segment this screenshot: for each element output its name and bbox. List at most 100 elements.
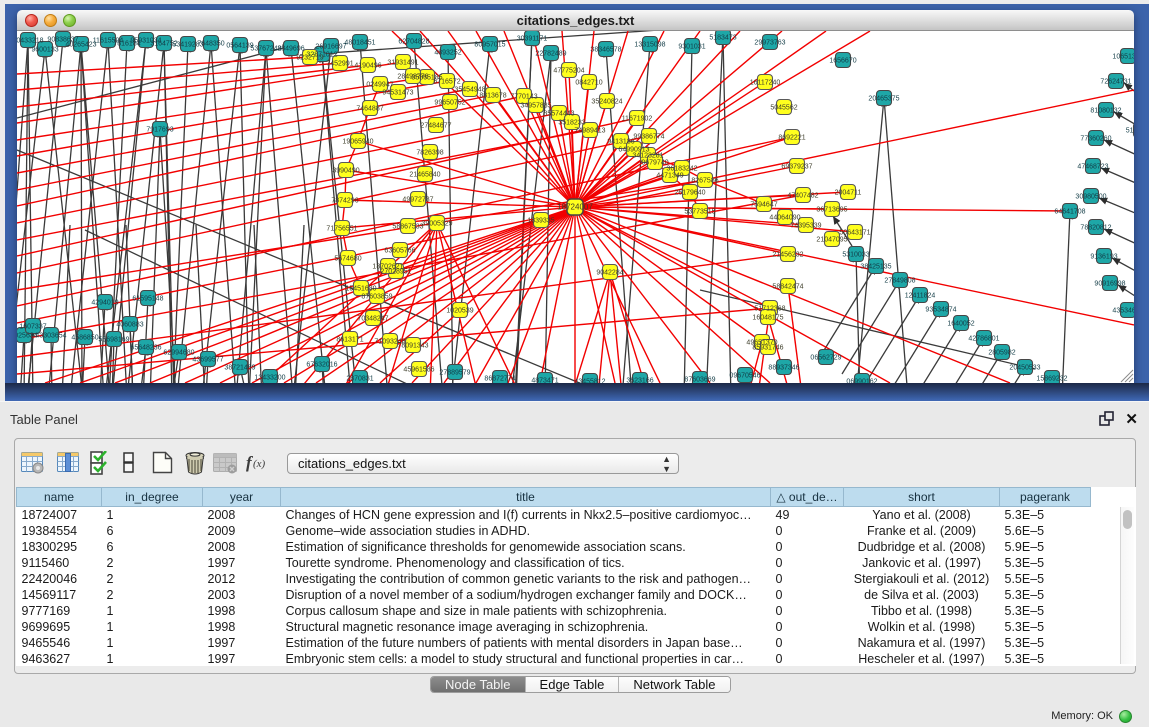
- svg-text:26179640: 26179640: [674, 190, 705, 197]
- svg-text:86872774: 86872774: [484, 376, 515, 383]
- svg-text:(x): (x): [253, 458, 266, 470]
- svg-text:62704828: 62704828: [398, 39, 429, 46]
- svg-text:67632016: 67632016: [306, 362, 337, 369]
- svg-text:20465375: 20465375: [868, 96, 899, 103]
- svg-text:27484677: 27484677: [420, 123, 451, 130]
- svg-text:55698169: 55698169: [98, 337, 129, 344]
- svg-text:0842710: 0842710: [575, 80, 602, 87]
- svg-text:61595148: 61595148: [132, 296, 163, 303]
- svg-text:74395339: 74395339: [790, 223, 821, 230]
- svg-text:7917693: 7917693: [146, 127, 173, 134]
- svg-text:77360260: 77360260: [1080, 136, 1111, 143]
- svg-text:7874296: 7874296: [331, 198, 358, 205]
- svg-text:13315098: 13315098: [634, 42, 665, 49]
- svg-text:47407482: 47407482: [787, 193, 818, 200]
- svg-text:45961586: 45961586: [403, 367, 434, 374]
- svg-text:87603859: 87603859: [361, 294, 392, 301]
- svg-text:44064090: 44064090: [769, 215, 800, 222]
- svg-text:1640052: 1640052: [947, 321, 974, 328]
- svg-text:5183473: 5183473: [709, 35, 736, 42]
- svg-text:7770143: 7770143: [510, 94, 537, 101]
- svg-text:43534624: 43534624: [1112, 308, 1134, 315]
- svg-text:8313678: 8313678: [479, 93, 506, 100]
- svg-text:5310033: 5310033: [842, 252, 869, 259]
- svg-text:3990490: 3990490: [332, 168, 359, 175]
- svg-text:13433200: 13433200: [254, 375, 285, 382]
- svg-text:43303654: 43303654: [35, 333, 66, 340]
- svg-text:19065940: 19065940: [342, 139, 373, 146]
- svg-text:31931491: 31931491: [387, 60, 418, 67]
- svg-text:88937346: 88937346: [768, 365, 799, 372]
- svg-text:90916998: 90916998: [1094, 281, 1125, 288]
- svg-text:18702621: 18702621: [372, 264, 403, 271]
- svg-text:63605766: 63605766: [384, 248, 415, 255]
- svg-text:8849696: 8849696: [277, 46, 304, 53]
- svg-text:9136193: 9136193: [1090, 254, 1117, 261]
- svg-text:30980500: 30980500: [1075, 194, 1106, 201]
- svg-text:1607337: 1607337: [19, 324, 46, 331]
- svg-text:81080132: 81080132: [1090, 108, 1121, 115]
- svg-text:06562729: 06562729: [810, 355, 841, 362]
- svg-text:74989413: 74989413: [574, 128, 605, 135]
- svg-text:58842474: 58842474: [772, 284, 803, 291]
- svg-text:9600133: 9600133: [31, 47, 58, 54]
- svg-text:21047095: 21047095: [816, 237, 847, 244]
- svg-text:49972787: 49972787: [402, 197, 433, 204]
- svg-text:93534874: 93534874: [925, 307, 956, 314]
- svg-text:20450533: 20450533: [1009, 365, 1040, 372]
- svg-text:78091343: 78091343: [397, 343, 428, 350]
- svg-text:09670546: 09670546: [729, 373, 760, 380]
- svg-text:28498776: 28498776: [397, 74, 428, 81]
- svg-text:8613171: 8613171: [336, 337, 363, 344]
- svg-text:39005329: 39005329: [421, 221, 452, 228]
- svg-text:15869232: 15869232: [1036, 376, 1067, 383]
- svg-text:99650752: 99650752: [434, 100, 465, 107]
- svg-text:21465840: 21465840: [409, 172, 440, 179]
- svg-text:51079911: 51079911: [1126, 128, 1134, 135]
- svg-text:26916697: 26916697: [315, 44, 346, 51]
- svg-text:35240824: 35240824: [591, 99, 622, 106]
- svg-text:4190496: 4190496: [354, 63, 381, 70]
- svg-text:78820812: 78820812: [1080, 225, 1111, 232]
- svg-text:8692221: 8692221: [778, 135, 805, 142]
- svg-text:10433218: 10433218: [17, 38, 44, 45]
- svg-text:3518233: 3518233: [558, 120, 585, 127]
- svg-text:36183242: 36183242: [666, 166, 697, 173]
- svg-text:1656670: 1656670: [829, 58, 856, 65]
- svg-text:21456232: 21456232: [772, 252, 803, 259]
- svg-text:7826398: 7826398: [416, 150, 443, 157]
- svg-text:48018451: 48018451: [344, 40, 375, 47]
- svg-text:65648236: 65648236: [130, 345, 161, 352]
- svg-text:58867533: 58867533: [392, 224, 423, 231]
- svg-text:0249947: 0249947: [366, 82, 393, 89]
- svg-text:4586850: 4586850: [71, 335, 98, 342]
- svg-text:47468723: 47468723: [1077, 164, 1108, 171]
- svg-text:50643171: 50643171: [839, 230, 870, 237]
- svg-text:4893252: 4893252: [434, 50, 461, 57]
- svg-text:2004711: 2004711: [835, 190, 862, 197]
- svg-text:7594647: 7594647: [750, 202, 777, 209]
- svg-text:72624731: 72624731: [1100, 79, 1131, 86]
- svg-text:4060883: 4060883: [116, 322, 143, 329]
- svg-text:22782489: 22782489: [535, 51, 566, 58]
- svg-text:12411824: 12411824: [905, 293, 936, 300]
- svg-text:42786801: 42786801: [968, 336, 999, 343]
- svg-text:4294019: 4294019: [91, 300, 118, 307]
- svg-text:27849808: 27849808: [884, 278, 915, 285]
- svg-text:9232719: 9232719: [296, 55, 323, 62]
- svg-text:9301031: 9301031: [678, 44, 705, 51]
- svg-text:27889579: 27889579: [439, 370, 470, 377]
- svg-text:69379237: 69379237: [781, 164, 812, 171]
- svg-text:9413186: 9413186: [607, 139, 634, 146]
- svg-text:64641708: 64641708: [1054, 209, 1085, 216]
- svg-text:85574443: 85574443: [543, 111, 574, 118]
- svg-text:34957885: 34957885: [520, 103, 551, 110]
- svg-text:8267586: 8267586: [691, 178, 718, 185]
- svg-text:16048175: 16048175: [752, 315, 783, 322]
- svg-text:15451680: 15451680: [345, 286, 376, 293]
- svg-text:11671902: 11671902: [622, 116, 653, 123]
- svg-text:18724007: 18724007: [557, 203, 593, 212]
- svg-text:2805982: 2805982: [988, 350, 1015, 357]
- svg-text:99386774: 99386774: [633, 134, 664, 141]
- svg-text:47775204: 47775204: [553, 68, 584, 75]
